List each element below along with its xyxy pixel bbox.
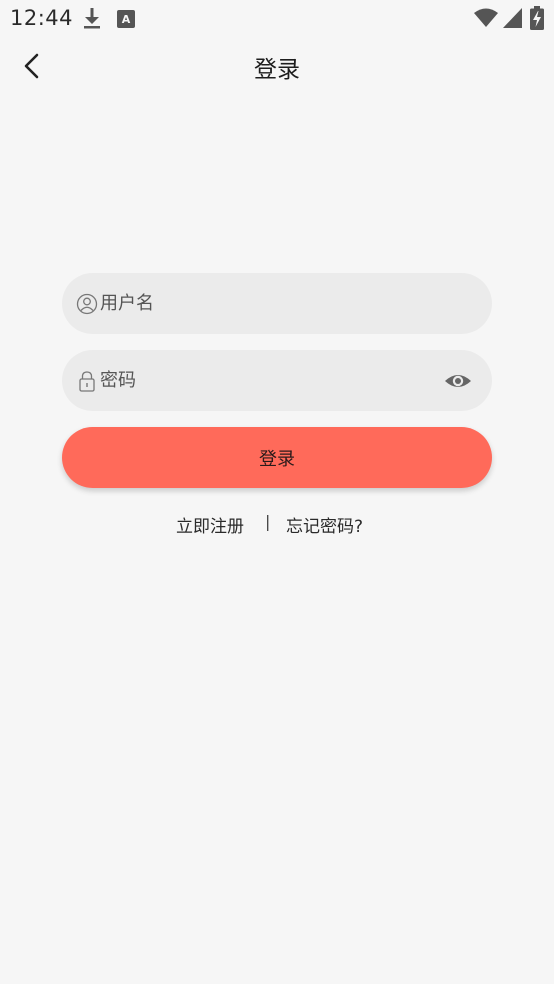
accessibility-a-icon: A <box>117 10 135 28</box>
signal-icon <box>503 8 522 28</box>
register-link[interactable]: 立即注册 <box>176 512 244 537</box>
eye-icon[interactable] <box>444 368 472 394</box>
password-input[interactable] <box>100 350 430 411</box>
auth-links: 立即注册 | 忘记密码? <box>0 512 554 538</box>
username-input[interactable] <box>100 273 430 334</box>
login-button[interactable]: 登录 <box>62 427 492 488</box>
battery-charging-icon <box>530 6 544 30</box>
link-separator: | <box>265 512 271 531</box>
forgot-password-link[interactable]: 忘记密码? <box>286 512 363 537</box>
status-bar: 12:44 A <box>0 0 554 38</box>
svg-text:A: A <box>122 13 131 26</box>
password-field-container <box>62 350 492 411</box>
app-bar: 登录 <box>0 38 554 94</box>
username-field-container <box>62 273 492 334</box>
user-icon <box>76 293 98 315</box>
download-icon <box>84 8 100 29</box>
status-time: 12:44 <box>10 6 74 30</box>
wifi-icon <box>474 8 498 27</box>
lock-icon <box>79 371 95 392</box>
page-title: 登录 <box>254 57 300 83</box>
